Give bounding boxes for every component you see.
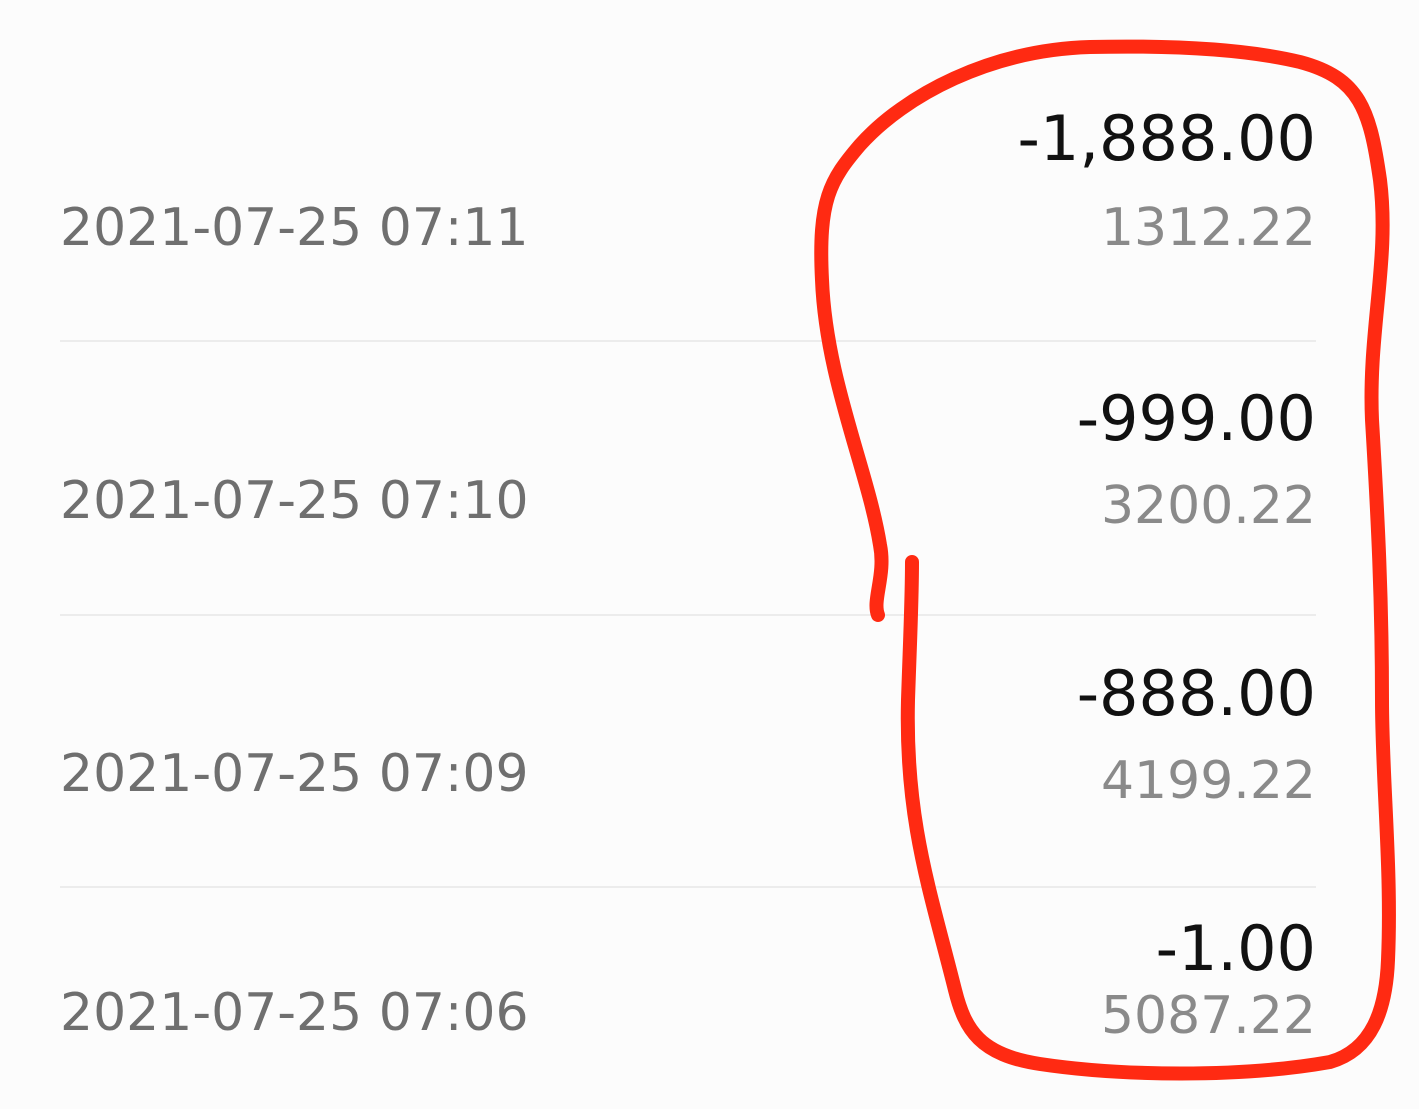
transaction-balance: 3200.22 (1100, 476, 1316, 536)
transaction-balance: 5087.22 (1100, 986, 1316, 1046)
transaction-amount: -999.00 (1076, 382, 1316, 455)
transaction-datetime: 2021-07-25 07:06 (60, 983, 529, 1043)
row-divider (60, 614, 1316, 616)
transaction-datetime: 2021-07-25 07:10 (60, 471, 529, 531)
transaction-datetime: 2021-07-25 07:11 (60, 198, 529, 258)
row-divider (60, 886, 1316, 888)
row-divider (60, 340, 1316, 342)
transaction-list: 2021-07-25 07:11 -1,888.00 1312.22 2021-… (0, 0, 1419, 1109)
transaction-balance: 1312.22 (1100, 198, 1316, 258)
transaction-balance: 4199.22 (1100, 751, 1316, 811)
transaction-datetime: 2021-07-25 07:09 (60, 744, 529, 804)
transaction-amount: -888.00 (1076, 657, 1316, 730)
transaction-amount: -1,888.00 (1017, 102, 1316, 175)
transaction-amount: -1.00 (1155, 912, 1316, 985)
